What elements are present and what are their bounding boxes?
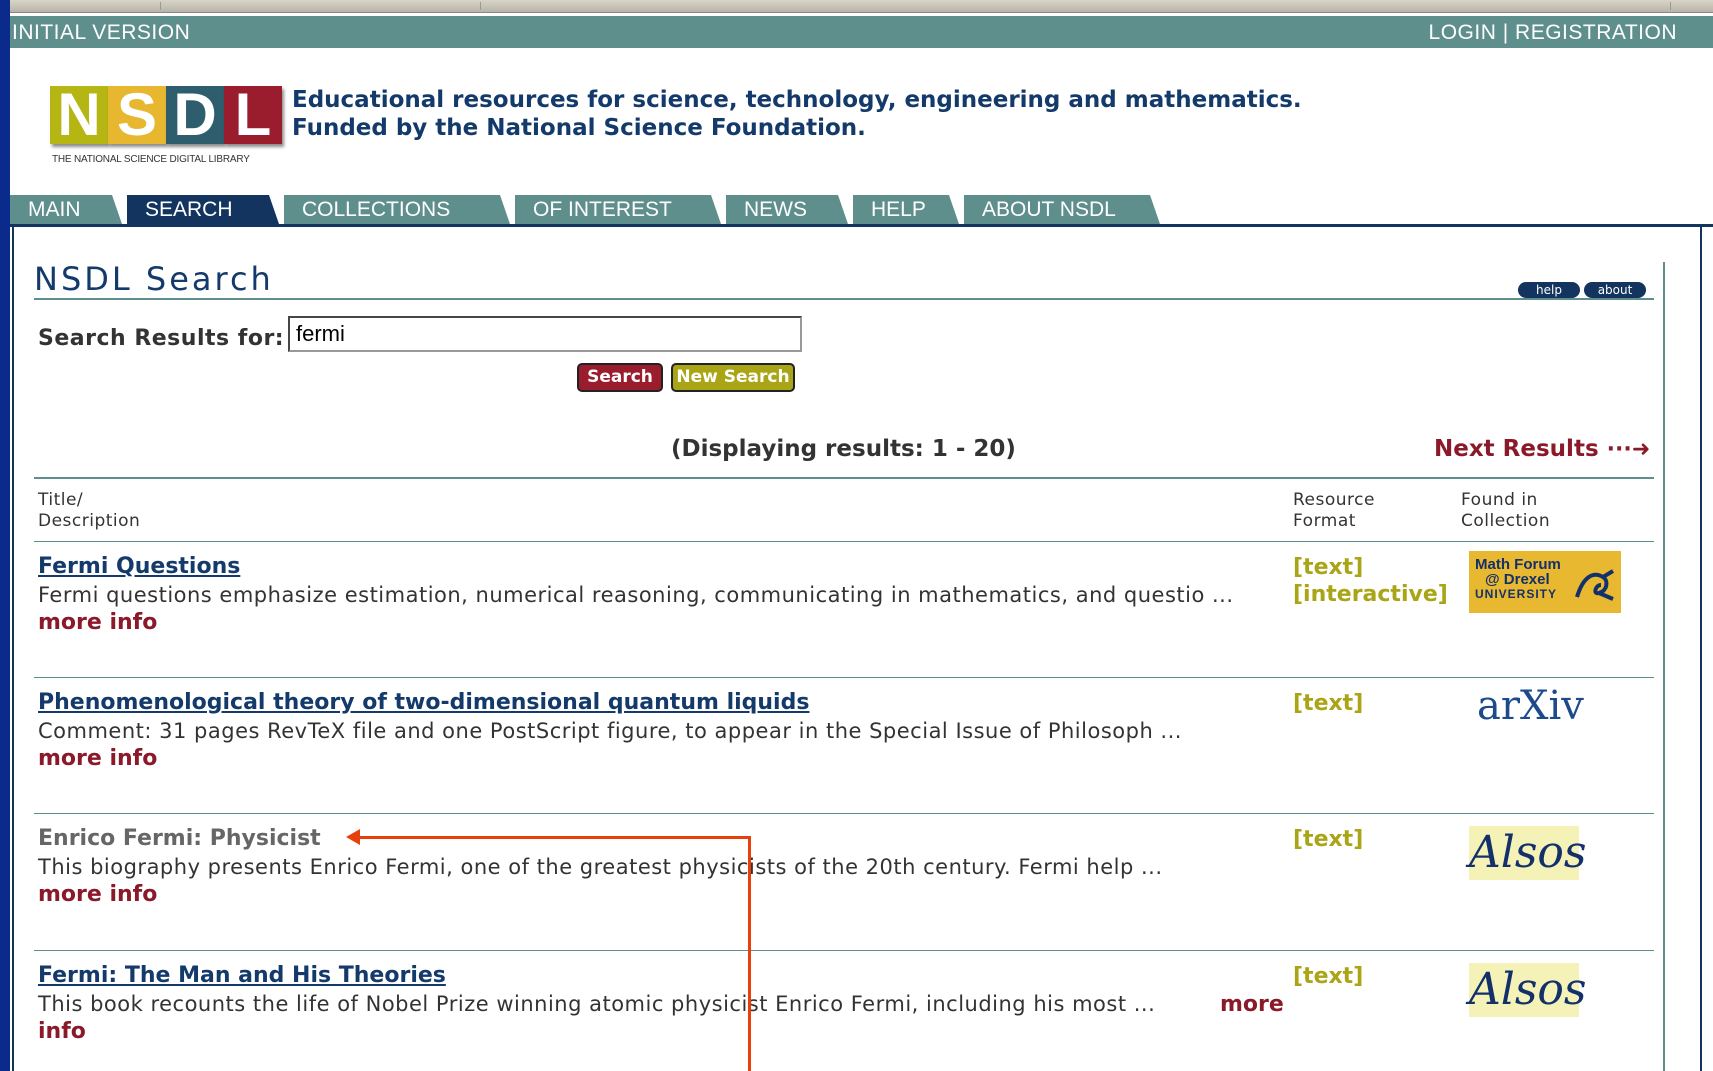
alsos-logo[interactable]: Alsos [1469, 963, 1587, 1017]
annotation-arrow-line [356, 836, 751, 839]
search-input[interactable] [288, 316, 802, 352]
arxiv-logo[interactable]: arXiv [1477, 683, 1584, 729]
result-divider [34, 813, 1654, 814]
result-format: [text] [1293, 690, 1363, 717]
logo-letter-d: D [166, 85, 224, 145]
browser-page: INITIAL VERSION LOGIN | REGISTRATION N S… [10, 0, 1713, 1071]
column-header-collection-line-2: Collection [1461, 511, 1551, 531]
result-description: Comment: 31 pages RevTeX file and one Po… [38, 719, 1182, 743]
new-search-button[interactable]: New Search [671, 363, 795, 392]
tab-help[interactable]: HELP [853, 195, 959, 224]
nsdl-logo[interactable]: N S D L THE NATIONAL SCIENCE DIGITAL LIB… [40, 80, 282, 170]
format-text-link[interactable]: [text] [1293, 554, 1448, 581]
account-links: LOGIN | REGISTRATION [1429, 21, 1677, 45]
result-format: [text] [1293, 963, 1363, 990]
result-description: This book recounts the life of Nobel Pri… [38, 992, 1156, 1016]
tab-collections[interactable]: COLLECTIONS [284, 195, 510, 224]
logo-letter-l: L [224, 85, 282, 145]
result-description: Fermi questions emphasize estimation, nu… [38, 583, 1234, 607]
link-separator: | [1502, 21, 1509, 44]
top-bar: INITIAL VERSION LOGIN | REGISTRATION [10, 16, 1713, 48]
annotation-arrowhead-icon [346, 829, 360, 845]
result-format: [text] [1293, 826, 1363, 853]
site-tagline: Educational resources for science, techn… [292, 86, 1302, 142]
alsos-logo[interactable]: Alsos [1469, 826, 1587, 880]
result-format: [text] [interactive] [1293, 554, 1448, 608]
next-results-label: Next Results [1434, 436, 1599, 462]
more-info-link[interactable]: more [1220, 992, 1284, 1017]
result-title: Enrico Fermi: Physicist [38, 826, 321, 851]
title-divider [34, 298, 1654, 300]
format-text-link[interactable]: [text] [1293, 826, 1363, 853]
tab-about-nsdl[interactable]: ABOUT NSDL [964, 195, 1160, 224]
math-forum-logo-line-1: Math Forum [1475, 556, 1561, 573]
column-header-title-line-2: Description [38, 511, 141, 531]
tab-underline [10, 224, 1713, 227]
results-range: (Displaying results: 1 - 20) [671, 436, 1016, 462]
results-header-bottom-divider [34, 541, 1654, 542]
results-header-top-divider [34, 477, 1654, 479]
tab-of-interest[interactable]: OF INTEREST [515, 195, 721, 224]
column-header-collection: Found in Collection [1461, 490, 1550, 532]
result-title-link[interactable]: Fermi Questions [38, 554, 240, 579]
result-divider [34, 950, 1654, 951]
next-results-link[interactable]: Next Results ···➜ [1434, 436, 1650, 462]
about-button[interactable]: about [1584, 282, 1646, 298]
version-label: INITIAL VERSION [12, 21, 191, 44]
registration-link[interactable]: REGISTRATION [1515, 21, 1677, 44]
more-info-link[interactable]: more info [38, 746, 157, 771]
browser-chrome-strip [10, 0, 1713, 13]
column-header-format-line-1: Resource [1293, 490, 1375, 510]
tagline-line-1: Educational resources for science, techn… [292, 87, 1302, 113]
help-button[interactable]: help [1518, 282, 1580, 298]
more-info-link[interactable]: more info [38, 882, 157, 907]
right-arrow-icon: ···➜ [1606, 437, 1651, 462]
tab-news[interactable]: NEWS [726, 195, 848, 224]
column-header-title: Title/ Description [38, 490, 140, 532]
tab-main[interactable]: MAIN [10, 195, 122, 224]
annotation-arrow-stem [748, 836, 751, 1071]
content-left-border [12, 224, 14, 1071]
more-info-link[interactable]: more info [38, 610, 157, 635]
tab-search[interactable]: SEARCH [127, 195, 279, 224]
result-divider [34, 677, 1654, 678]
search-button[interactable]: Search [577, 363, 663, 392]
format-text-link[interactable]: [text] [1293, 963, 1363, 990]
format-interactive-link[interactable]: [interactive] [1293, 581, 1448, 608]
result-description: This biography presents Enrico Fermi, on… [38, 855, 1163, 879]
math-forum-logo-line-3: UNIVERSITY [1475, 587, 1558, 601]
dragon-icon [1573, 567, 1615, 603]
column-header-collection-line-1: Found in [1461, 490, 1538, 510]
page-title: NSDL Search [34, 260, 274, 298]
math-forum-logo-text: Math Forum @ Drexel UNIVERSITY [1475, 557, 1561, 602]
tagline-line-2: Funded by the National Science Foundatio… [292, 115, 866, 141]
content-inner-border [1663, 262, 1665, 1071]
result-title-link[interactable]: Fermi: The Man and His Theories [38, 963, 446, 988]
logo-letter-n: N [50, 85, 108, 145]
login-link[interactable]: LOGIN [1429, 21, 1497, 44]
column-header-title-line-1: Title/ [38, 490, 84, 510]
more-info-link-continued[interactable]: info [38, 1019, 86, 1044]
column-header-format: Resource Format [1293, 490, 1375, 532]
search-label: Search Results for: [38, 326, 285, 351]
format-text-link[interactable]: [text] [1293, 690, 1363, 717]
logo-caption: THE NATIONAL SCIENCE DIGITAL LIBRARY [52, 154, 250, 165]
math-forum-logo-line-2: @ Drexel [1485, 571, 1550, 588]
content-right-border [1700, 224, 1702, 1071]
column-header-format-line-2: Format [1293, 511, 1356, 531]
logo-letter-s: S [108, 85, 166, 145]
result-title-link[interactable]: Phenomenological theory of two-dimension… [38, 690, 809, 715]
math-forum-drexel-logo[interactable]: Math Forum @ Drexel UNIVERSITY [1469, 551, 1621, 613]
